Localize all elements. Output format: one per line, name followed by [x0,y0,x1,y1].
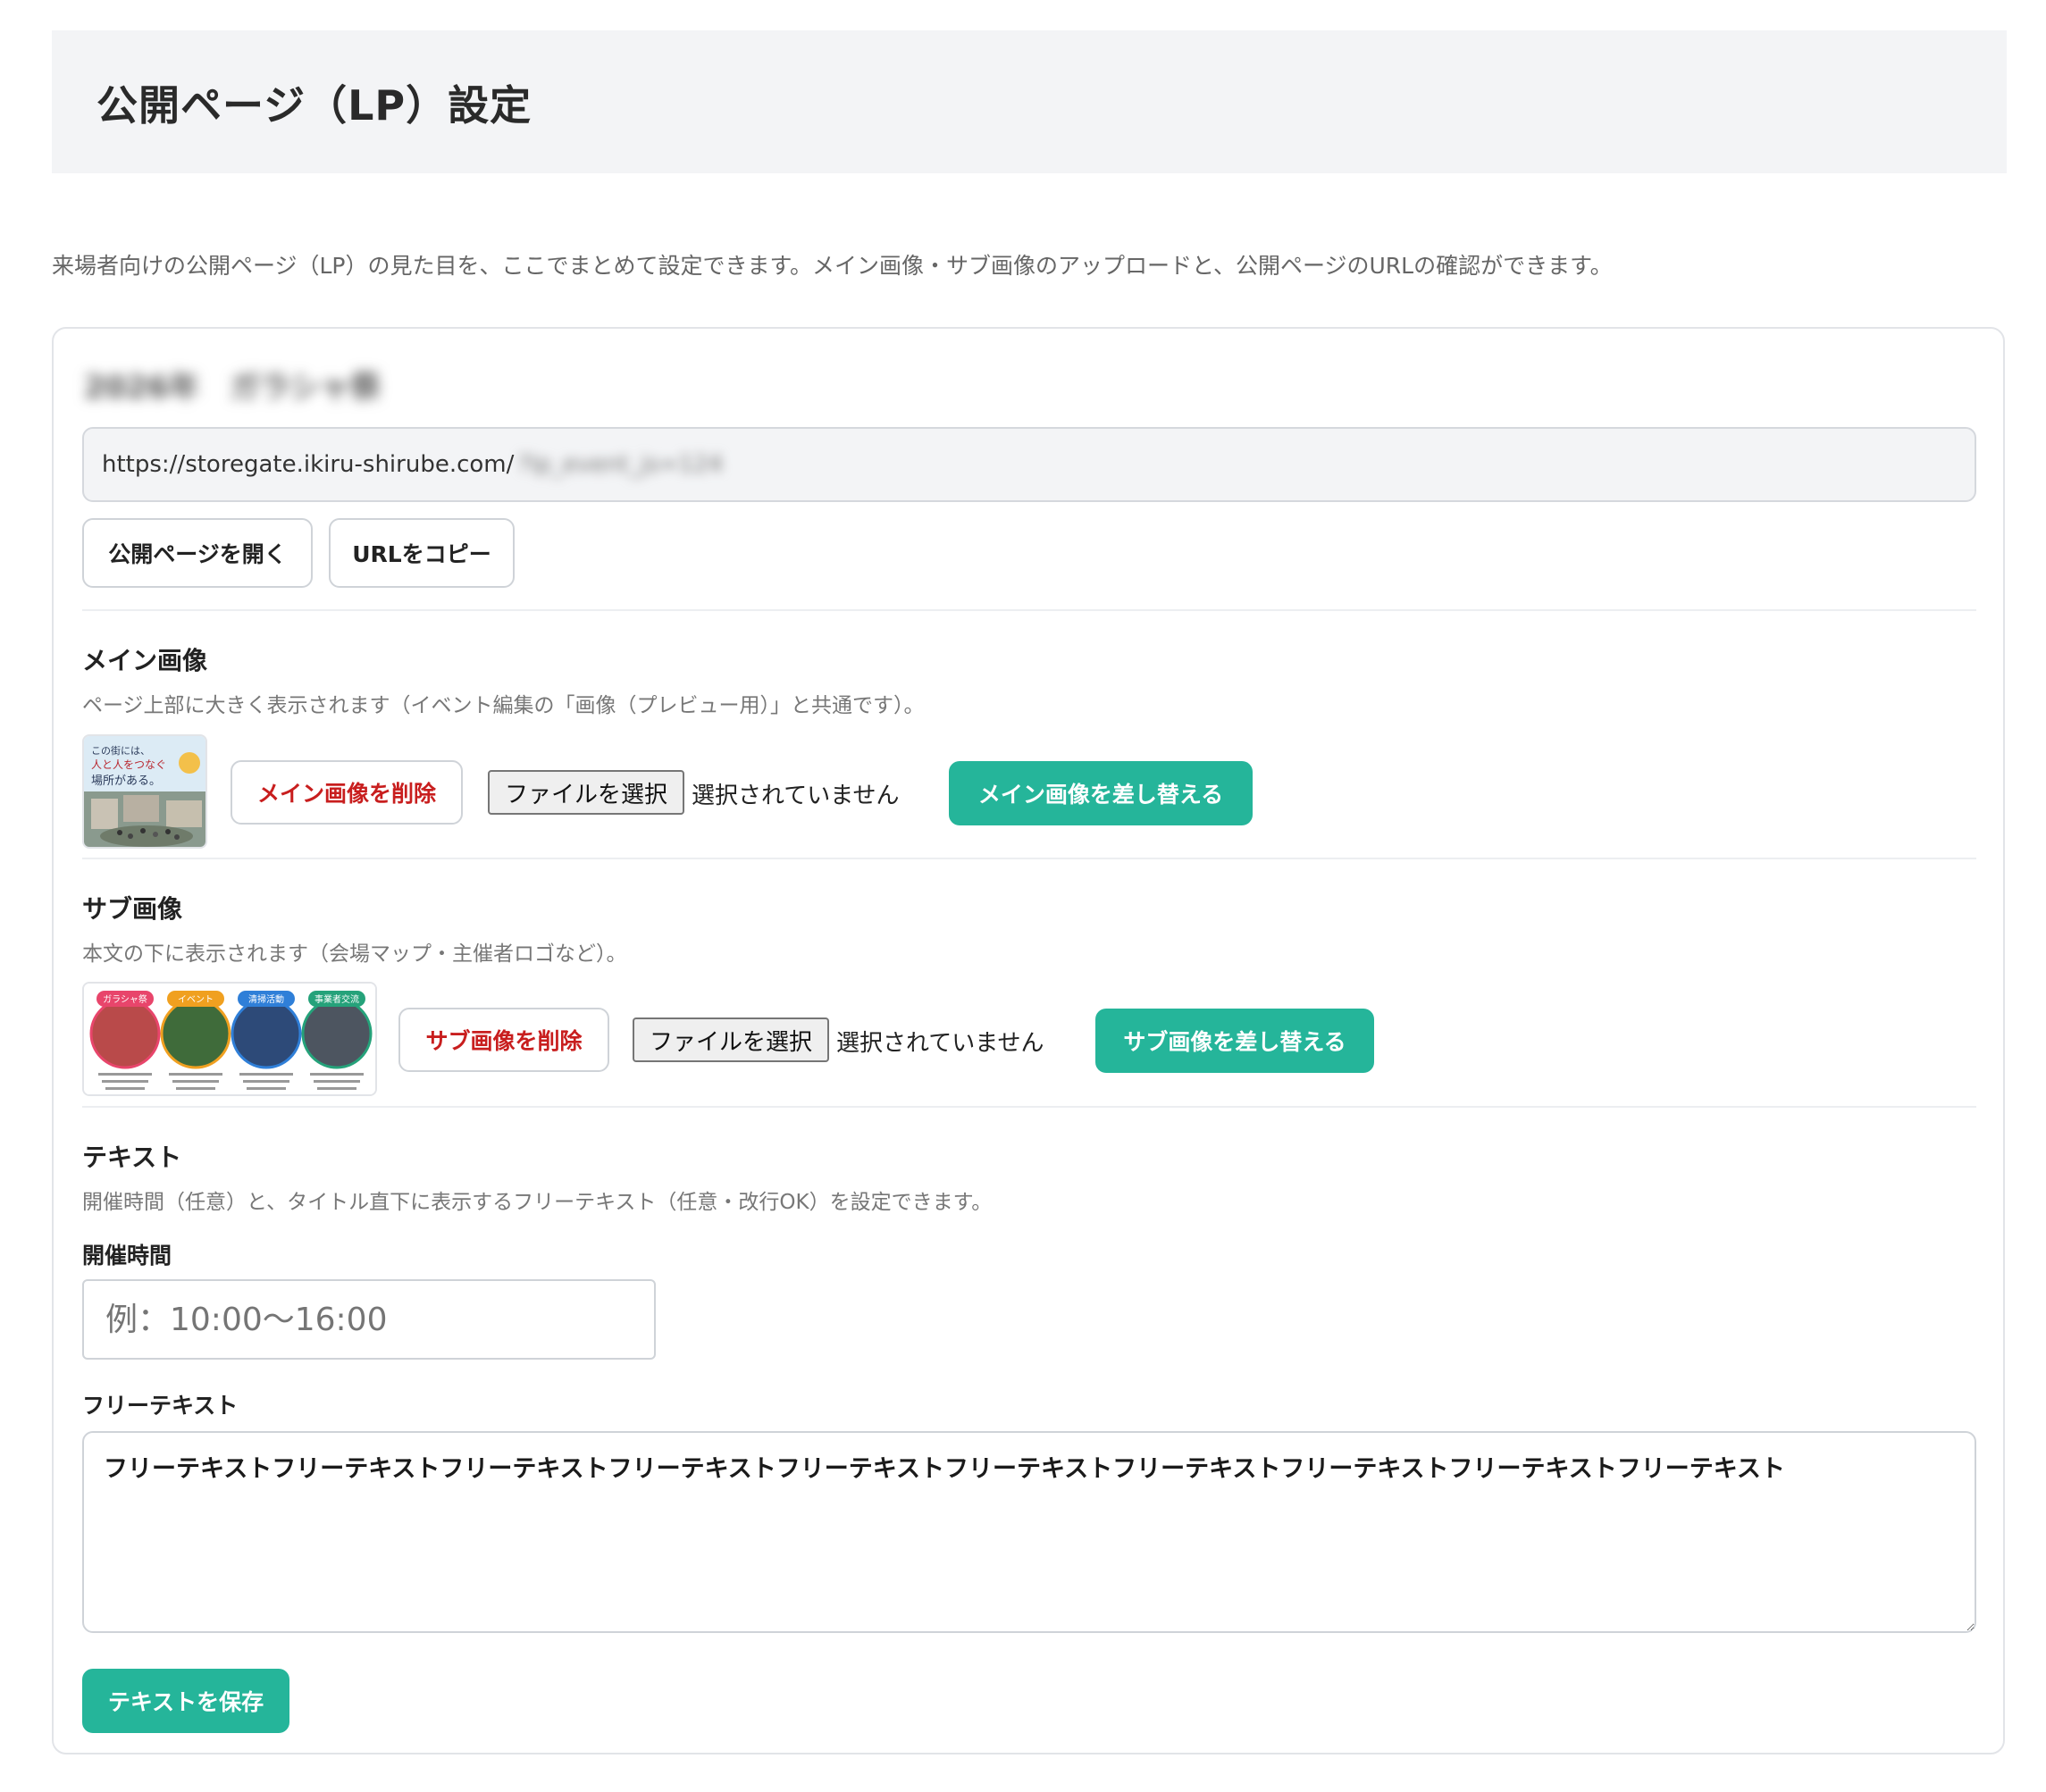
replace-main-image-button[interactable]: メイン画像を差し替える [949,761,1253,825]
text-section-description: 開催時間（任意）と、タイトル直下に表示するフリーテキスト（任意・改行OK）を設定… [82,1191,993,1214]
page-title: 公開ページ（LP）設定 [96,81,532,130]
page-header: 公開ページ（LP）設定 [52,30,2007,173]
divider [82,858,1976,859]
free-text-label: フリーテキスト [82,1393,239,1419]
thumb-caption-2: 人と人をつなぐ [91,758,166,771]
sub-circle-3: 清掃活動 [231,991,302,1069]
sub-circle-2-label: イベント [178,994,214,1005]
save-text-button[interactable]: テキストを保存 [82,1669,289,1733]
event-title: 2026年 ガラシャ祭 [84,370,381,406]
main-image-file-button[interactable]: ファイルを選択 [488,770,684,815]
sub-circle-2: イベント [160,991,231,1069]
public-url-field[interactable]: https://storegate.ikiru-shirube.com/?lp_… [82,427,1976,502]
sub-image-file-button[interactable]: ファイルを選択 [633,1017,829,1062]
thumb-caption-3: 場所がある。 [91,775,161,788]
sub-circle-1: ガラシャ祭 [89,991,161,1069]
intro-text: 来場者向けの公開ページ（LP）の見た目を、ここでまとめて設定できます。メイン画像… [52,253,1613,279]
main-image-thumbnail: この街には、 人と人をつなぐ 場所がある。 [82,734,207,849]
main-image-description: ページ上部に大きく表示されます（イベント編集の「画像（プレビュー用）」と共通です… [82,694,925,717]
sub-circle-4: 事業者交流 [301,991,373,1069]
lp-settings-card: 2026年 ガラシャ祭 https://storegate.ikiru-shir… [52,327,2005,1754]
replace-sub-image-button[interactable]: サブ画像を差し替える [1095,1009,1374,1073]
delete-main-image-button[interactable]: メイン画像を削除 [231,760,463,825]
thumb-caption-1: この街には、 [91,744,150,757]
main-image-title: メイン画像 [82,646,208,675]
sub-circle-1-label: ガラシャ祭 [103,994,147,1005]
divider [82,609,1976,611]
sub-image-thumbnail: ガラシャ祭 イベント 清掃活動 事業者交流 [82,982,377,1096]
time-input[interactable] [82,1279,656,1360]
delete-sub-image-button[interactable]: サブ画像を削除 [398,1008,609,1072]
main-image-preview: この街には、 人と人をつなぐ 場所がある。 [84,736,205,847]
text-section-title: テキスト [82,1143,182,1172]
copy-url-button[interactable]: URLをコピー [329,518,515,588]
sub-image-file-status: 選択されていません [836,1030,1044,1057]
url-suffix: ?lp_event_js=124 [517,451,724,478]
url-prefix: https://storegate.ikiru-shirube.com/ [102,451,515,478]
sub-circle-4-label: 事業者交流 [314,993,359,1005]
free-text-textarea[interactable]: フリーテキストフリーテキストフリーテキストフリーテキストフリーテキストフリーテキ… [82,1431,1976,1633]
main-image-file-status: 選択されていません [692,783,900,809]
sub-image-description: 本文の下に表示されます（会場マップ・主催者ロゴなど）。 [82,942,627,966]
sub-image-preview: ガラシャ祭 イベント 清掃活動 事業者交流 [84,984,375,1094]
time-label: 開催時間 [82,1243,172,1269]
sub-image-title: サブ画像 [82,894,183,924]
sub-circle-3-label: 清掃活動 [248,993,284,1005]
open-public-page-button[interactable]: 公開ページを開く [82,518,313,588]
divider [82,1106,1976,1108]
